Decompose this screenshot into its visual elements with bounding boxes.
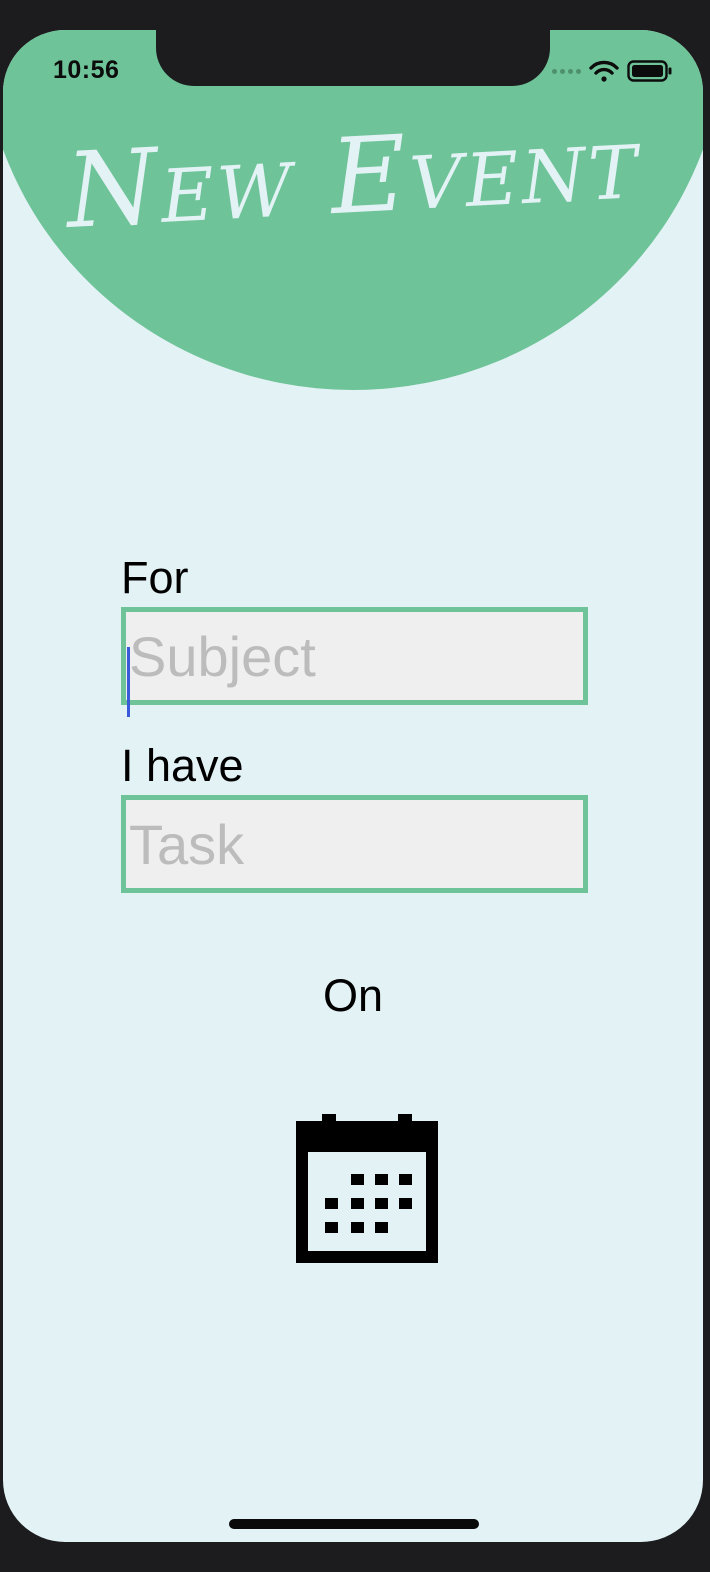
wifi-icon <box>589 60 619 82</box>
battery-icon <box>627 60 672 82</box>
date-label: On <box>322 970 384 1021</box>
status-time: 10:56 <box>53 56 120 84</box>
task-label: I have <box>121 740 244 791</box>
subject-label: For <box>121 552 189 603</box>
device-frame: 10:56 New Event For I have On <box>0 0 710 1572</box>
device-notch <box>156 30 550 86</box>
text-caret <box>127 647 130 717</box>
subject-input[interactable] <box>121 607 588 705</box>
home-indicator[interactable] <box>229 1519 479 1529</box>
calendar-button[interactable] <box>295 1114 439 1264</box>
calendar-icon <box>296 1114 438 1263</box>
app-screen: 10:56 New Event For I have On <box>3 30 703 1542</box>
task-input[interactable] <box>121 795 588 893</box>
signal-dots-icon <box>552 68 581 74</box>
status-icons <box>552 60 673 82</box>
